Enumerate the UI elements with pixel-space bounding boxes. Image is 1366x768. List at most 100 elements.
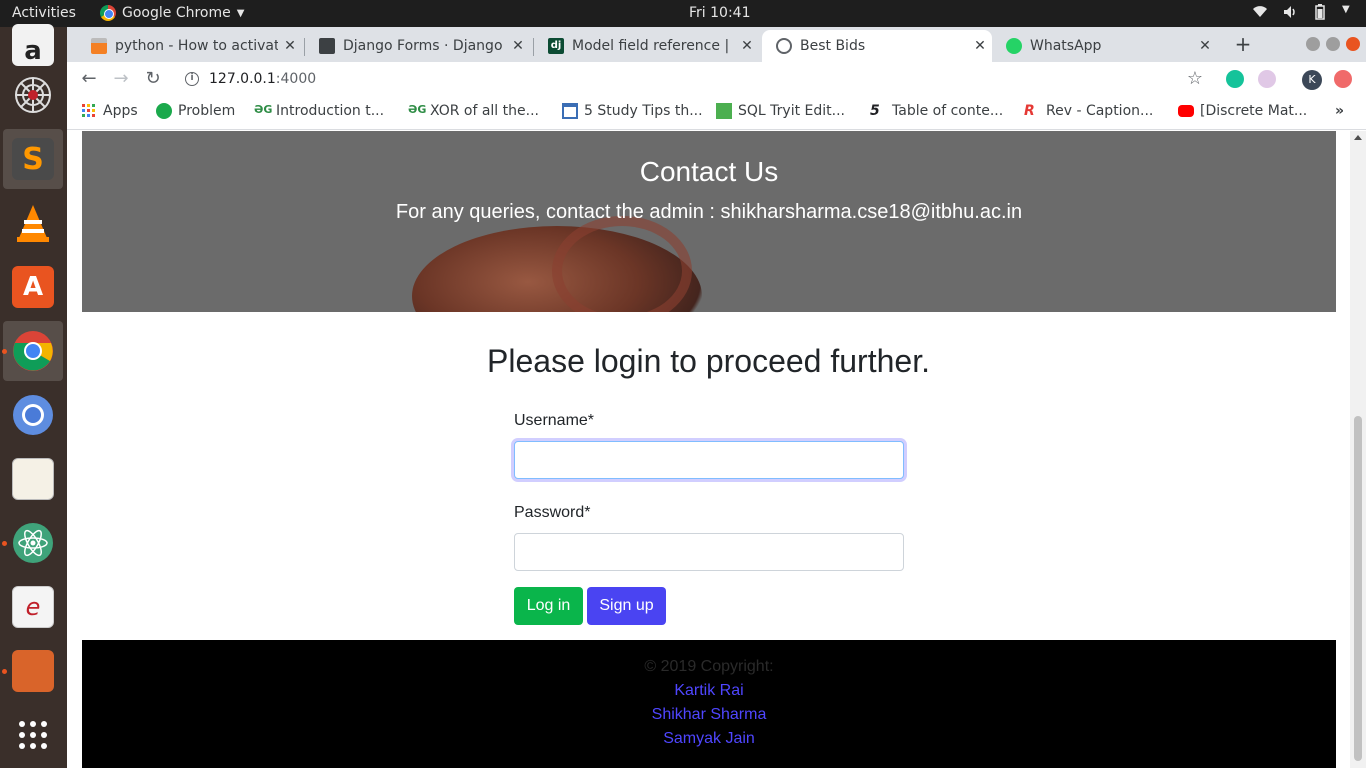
dock-chrome[interactable] <box>3 321 63 381</box>
bookmarks-overflow-button[interactable]: » <box>1335 103 1344 119</box>
whatsapp-icon <box>1006 38 1022 54</box>
chromium-icon <box>13 395 53 435</box>
password-input[interactable] <box>514 533 904 571</box>
dock-show-apps[interactable] <box>3 705 63 765</box>
close-window-button[interactable] <box>1346 37 1360 51</box>
close-icon[interactable]: ✕ <box>278 38 302 54</box>
tab-whatsapp[interactable]: WhatsApp ✕ <box>992 30 1217 62</box>
fivefilters-icon: 5 <box>870 103 880 119</box>
address-bar[interactable]: i 127.0.0.1:4000 <box>177 65 1207 93</box>
running-indicator <box>2 541 7 546</box>
browser-window: python - How to activate ✕ Django Forms … <box>67 27 1366 768</box>
chrome-icon <box>13 331 53 371</box>
login-button[interactable]: Log in <box>514 587 583 625</box>
vlc-icon <box>17 205 49 242</box>
dock-text-editor[interactable] <box>3 449 63 509</box>
contact-hero: Contact Us For any queries, contact the … <box>82 131 1336 312</box>
clock[interactable]: Fri 10:41 <box>689 5 750 21</box>
tab-django-forms[interactable]: Django Forms · Django C ✕ <box>305 30 530 62</box>
bookmark-label: XOR of all the... <box>430 103 539 119</box>
bookmark-table-of-contents[interactable]: 5 Table of conte... <box>870 103 1003 119</box>
close-icon[interactable]: ✕ <box>506 38 530 54</box>
bookmark-apps[interactable]: Apps <box>81 103 138 119</box>
app-menu[interactable]: Google Chrome ▼ <box>100 5 244 21</box>
stackoverflow-icon <box>91 38 107 54</box>
bookmark-label: Introduction t... <box>276 103 385 119</box>
institution-icon <box>562 103 578 119</box>
url-port: :4000 <box>275 71 317 87</box>
reload-button[interactable]: ↻ <box>140 66 166 92</box>
footer: © 2019 Copyright: Kartik Rai Shikhar Sha… <box>82 640 1336 768</box>
dock-archive-manager[interactable] <box>3 641 63 701</box>
grammarly-icon[interactable] <box>1226 70 1244 88</box>
django-book-icon <box>319 38 335 54</box>
close-icon[interactable]: ✕ <box>968 38 992 54</box>
extension-icon[interactable] <box>1258 70 1276 88</box>
back-button[interactable]: ← <box>76 66 102 92</box>
running-indicator <box>2 669 7 674</box>
software-center-icon: A <box>12 266 54 308</box>
dock-vlc[interactable] <box>3 193 63 253</box>
battery-icon <box>1312 4 1328 20</box>
bookmark-study-tips[interactable]: 5 Study Tips th... <box>562 103 703 119</box>
new-tab-button[interactable]: + <box>1231 32 1255 56</box>
volume-icon <box>1282 4 1298 20</box>
bookmark-label: Rev - Caption... <box>1046 103 1154 119</box>
hackerrank-icon <box>156 103 172 119</box>
bookmark-problem[interactable]: Problem <box>156 103 235 119</box>
bookmark-rev[interactable]: R Rev - Caption... <box>1024 103 1153 119</box>
scroll-up-arrow-icon[interactable] <box>1354 135 1362 140</box>
page-viewport: Contact Us For any queries, contact the … <box>67 131 1350 768</box>
forward-button[interactable]: → <box>108 66 134 92</box>
bookmark-introduction[interactable]: ƏG Introduction t... <box>254 103 384 119</box>
app-menu-label: Google Chrome <box>122 5 231 21</box>
tab-strip: python - How to activate ✕ Django Forms … <box>67 27 1366 62</box>
launcher-dock: a S A e <box>0 24 67 768</box>
tab-title: WhatsApp <box>1030 38 1102 54</box>
atom-icon <box>13 523 53 563</box>
dock-spider[interactable] <box>3 65 63 125</box>
bookmarks-bar: Apps Problem ƏG Introduction t... ƏG XOR… <box>67 96 1366 130</box>
browser-toolbar: ← → ↻ i 127.0.0.1:4000 ☆ K <box>67 62 1366 96</box>
tab-title: Best Bids <box>800 38 866 54</box>
close-icon[interactable]: ✕ <box>735 38 759 54</box>
signup-button[interactable]: Sign up <box>587 587 666 625</box>
tab-model-field-reference[interactable]: dj Model field reference | D ✕ <box>534 30 759 62</box>
chrome-icon <box>100 5 116 21</box>
profile-avatar[interactable]: K <box>1302 70 1322 90</box>
bookmark-sql-tryit[interactable]: SQL Tryit Edit... <box>716 103 845 119</box>
bookmark-label: Apps <box>103 103 138 119</box>
globe-icon <box>776 38 792 54</box>
password-label: Password* <box>514 504 591 521</box>
author-link-samyak[interactable]: Samyak Jain <box>82 730 1336 748</box>
geeksforgeeks-icon: ƏG <box>254 103 273 116</box>
dock-software-center[interactable]: A <box>3 257 63 317</box>
dock-chromium[interactable] <box>3 385 63 445</box>
close-icon[interactable]: ✕ <box>1193 38 1217 54</box>
tab-best-bids[interactable]: Best Bids ✕ <box>762 30 992 62</box>
username-label: Username* <box>514 412 595 429</box>
dock-sublime[interactable]: S <box>3 129 63 189</box>
username-input[interactable] <box>514 441 904 479</box>
scrollbar-thumb[interactable] <box>1354 416 1362 761</box>
maximize-button[interactable] <box>1326 37 1340 51</box>
author-link-shikhar[interactable]: Shikhar Sharma <box>82 706 1336 724</box>
dock-atom[interactable] <box>3 513 63 573</box>
bookmark-discrete-math[interactable]: [Discrete Mat... <box>1178 103 1307 119</box>
system-tray[interactable]: ▼ <box>1252 4 1352 20</box>
apps-grid-icon <box>82 104 95 117</box>
author-link-kartik[interactable]: Kartik Rai <box>82 682 1336 700</box>
extension-upload-icon[interactable] <box>1334 70 1352 88</box>
page-scrollbar[interactable] <box>1350 131 1366 768</box>
bookmark-label: Problem <box>178 103 236 119</box>
bookmark-label: [Discrete Mat... <box>1200 103 1308 119</box>
gavel-ring <box>552 216 692 312</box>
minimize-button[interactable] <box>1306 37 1320 51</box>
dock-document-viewer[interactable]: e <box>3 577 63 637</box>
w3schools-icon <box>716 103 732 119</box>
tab-python[interactable]: python - How to activate ✕ <box>77 30 302 62</box>
chevron-down-icon: ▼ <box>1342 4 1350 15</box>
bookmark-star-icon[interactable]: ☆ <box>1182 66 1208 92</box>
info-icon[interactable]: i <box>185 72 199 86</box>
bookmark-xor[interactable]: ƏG XOR of all the... <box>408 103 539 119</box>
